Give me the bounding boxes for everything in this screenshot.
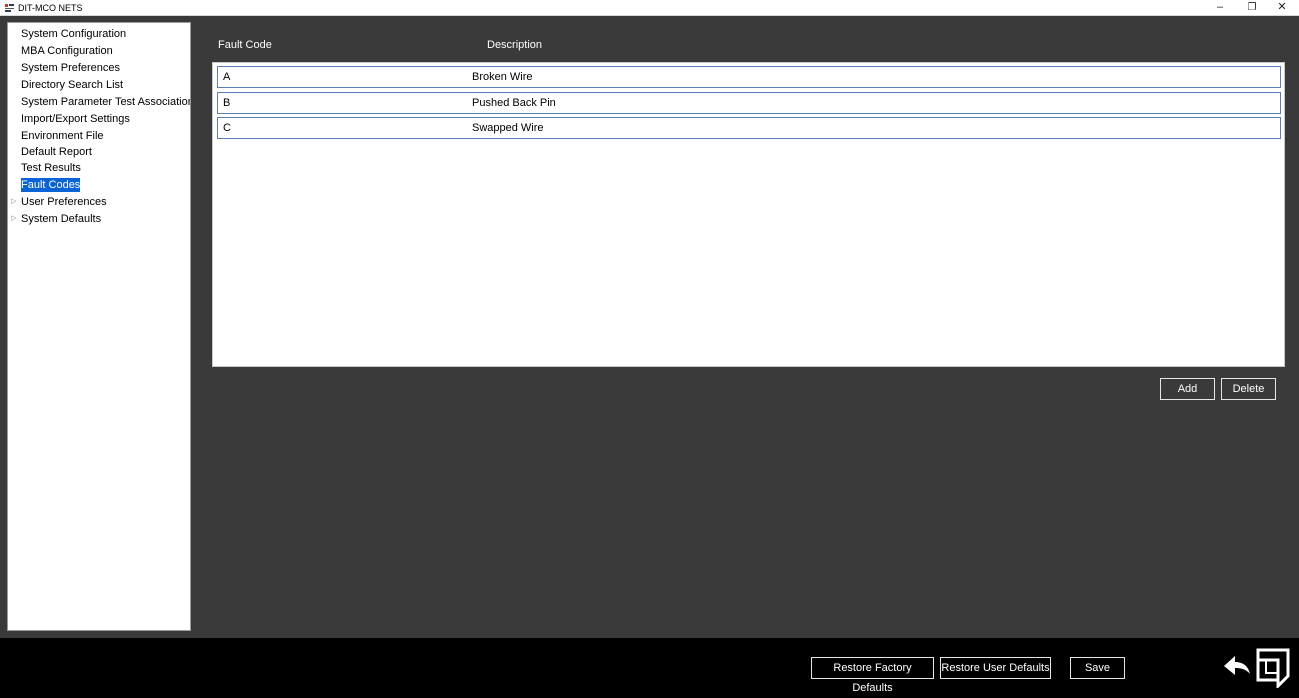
table-row[interactable]: A Broken Wire xyxy=(217,66,1281,88)
fault-code-cell: C xyxy=(223,122,231,134)
description-cell: Pushed Back Pin xyxy=(472,97,556,109)
minimize-button[interactable]: – xyxy=(1204,0,1236,16)
expand-user-preferences-icon[interactable]: ▷ xyxy=(11,195,19,209)
table-row[interactable]: C Swapped Wire xyxy=(217,117,1281,139)
tree-item-system-configuration[interactable]: System Configuration xyxy=(21,27,126,41)
table-row[interactable]: B Pushed Back Pin xyxy=(217,92,1281,114)
description-cell: Swapped Wire xyxy=(472,122,544,134)
exit-door-icon[interactable] xyxy=(1254,646,1292,688)
tree-item-directory-search-list[interactable]: Directory Search List xyxy=(21,78,123,92)
fault-code-cell: A xyxy=(223,71,231,83)
fault-code-cell: B xyxy=(223,97,231,109)
restore-button[interactable]: ❐ xyxy=(1236,0,1268,16)
tree-item-system-parameter-test-associations[interactable]: System Parameter Test Associations xyxy=(21,95,190,109)
window-title: DIT-MCO NETS xyxy=(18,3,83,13)
title-bar: DIT-MCO NETS – ❐ ✕ xyxy=(0,0,1299,16)
tree-item-test-results[interactable]: Test Results xyxy=(21,161,81,175)
app-logo-icon xyxy=(4,3,15,13)
save-button[interactable]: Save xyxy=(1070,657,1125,679)
add-button[interactable]: Add xyxy=(1160,378,1215,400)
tree-item-import-export-settings[interactable]: Import/Export Settings xyxy=(21,112,130,126)
back-arrow-icon[interactable] xyxy=(1222,650,1252,680)
settings-tree: System Configuration MBA Configuration S… xyxy=(7,22,191,631)
column-header-description[interactable]: Description xyxy=(487,38,542,52)
expand-system-defaults-icon[interactable]: ▷ xyxy=(11,212,19,226)
tree-item-environment-file[interactable]: Environment File xyxy=(21,129,104,143)
tree-item-system-preferences[interactable]: System Preferences xyxy=(21,61,120,75)
description-cell: Broken Wire xyxy=(472,71,533,83)
close-button[interactable]: ✕ xyxy=(1266,0,1298,16)
delete-button[interactable]: Delete xyxy=(1221,378,1276,400)
footer-bar: Restore Factory Defaults Restore User De… xyxy=(0,638,1299,698)
column-header-fault-code[interactable]: Fault Code xyxy=(218,38,272,52)
restore-factory-defaults-button[interactable]: Restore Factory Defaults xyxy=(811,657,934,694)
restore-user-defaults-button[interactable]: Restore User Defaults xyxy=(940,657,1051,679)
tree-item-user-preferences[interactable]: User Preferences xyxy=(21,195,107,209)
tree-item-system-defaults[interactable]: System Defaults xyxy=(21,212,101,226)
fault-code-grid: A Broken Wire B Pushed Back Pin C Swappe… xyxy=(212,62,1285,367)
tree-item-mba-configuration[interactable]: MBA Configuration xyxy=(21,44,113,58)
tree-item-default-report[interactable]: Default Report xyxy=(21,145,92,159)
tree-item-fault-codes[interactable]: Fault Codes xyxy=(21,178,81,192)
